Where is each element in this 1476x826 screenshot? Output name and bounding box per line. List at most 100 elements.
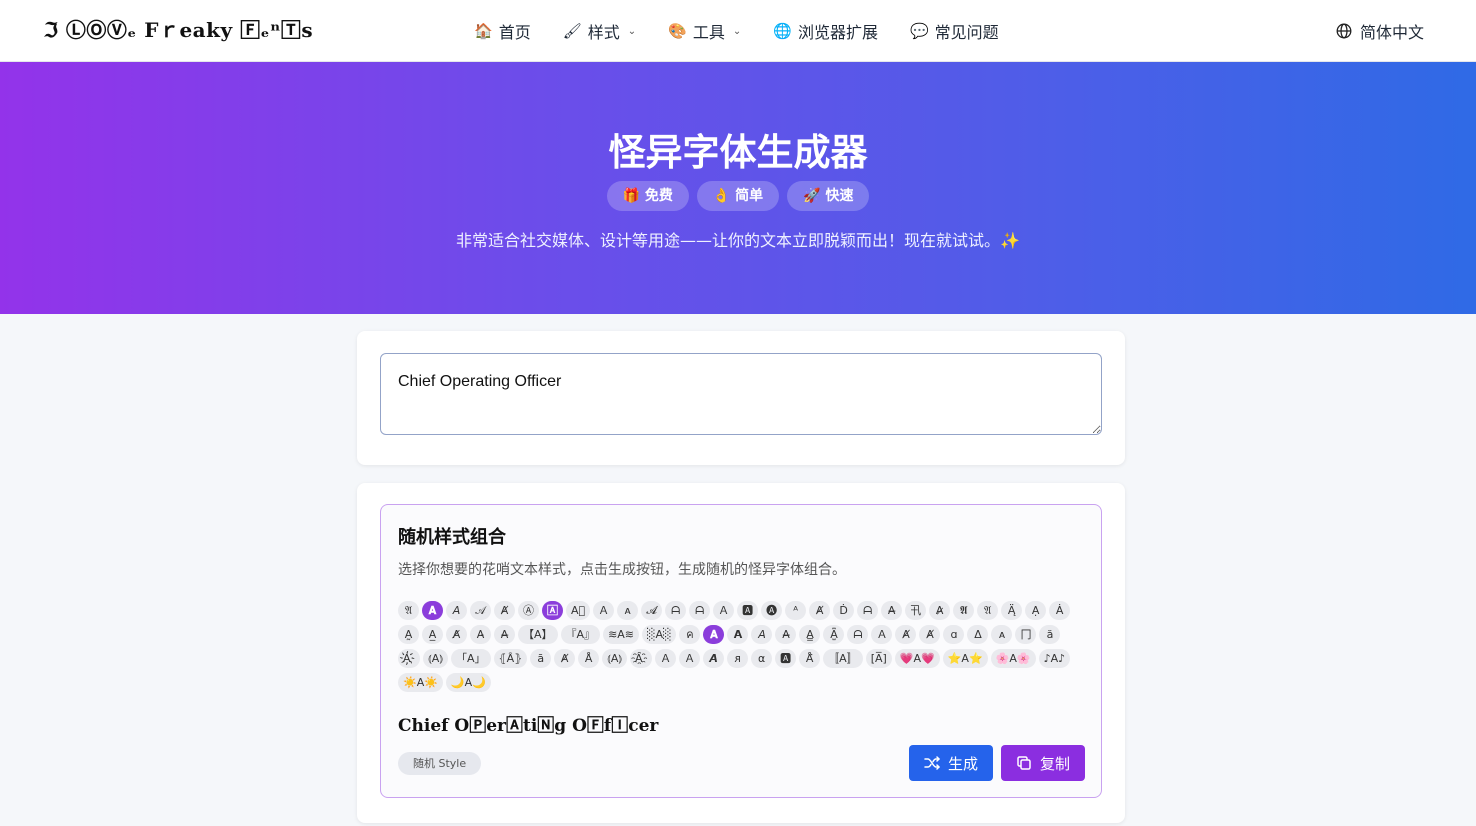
nav-item-faq[interactable]: 💬 常见问题 xyxy=(910,19,999,43)
style-chip[interactable]: 〚A〛 xyxy=(823,649,863,668)
style-chip[interactable]: ≋A≋ xyxy=(603,625,640,644)
generate-label: 生成 xyxy=(947,754,978,773)
copy-button[interactable]: 复制 xyxy=(1001,745,1085,781)
style-chip[interactable]: 🌙A🌙 xyxy=(445,673,491,692)
style-chip[interactable]: ᗩ xyxy=(857,601,879,620)
style-chip[interactable]: 🅰 xyxy=(775,649,797,668)
style-chip[interactable]: Ȧ xyxy=(1049,601,1071,620)
nav-item-browser-extension[interactable]: 🌐 浏览器扩展 xyxy=(773,19,878,43)
style-chip[interactable]: Ⱥ xyxy=(554,649,576,668)
style-chip[interactable]: Δ xyxy=(967,625,989,644)
style-chip[interactable]: ᴬ xyxy=(785,601,807,620)
style-chip[interactable]: ค xyxy=(679,625,701,644)
style-chip[interactable]: 卂 xyxy=(905,601,927,620)
nav-item-home[interactable]: 🏠 首页 xyxy=(474,19,531,43)
style-chip[interactable]: 𝘈 xyxy=(446,601,467,620)
style-chip[interactable]: ⦃Ȃ⦄ xyxy=(493,649,528,668)
style-chip[interactable]: 𝘈 xyxy=(751,625,773,644)
style-chip[interactable]: ☀️A☀️ xyxy=(398,673,443,692)
style-chip[interactable]: A̳ xyxy=(799,625,821,644)
style-tag: 随机 Style xyxy=(398,752,482,775)
style-chip[interactable]: ᗩ xyxy=(847,625,869,644)
style-chip[interactable]: 「A」 xyxy=(450,649,491,668)
style-chip[interactable]: Ą̈ xyxy=(1001,601,1023,620)
style-chip[interactable]: ᴀ xyxy=(617,601,639,620)
style-chip[interactable]: ɑ xyxy=(943,625,965,644)
style-chip[interactable]: 𝕬 xyxy=(953,601,975,620)
style-chip[interactable]: 𝔄 xyxy=(977,601,999,620)
style-chip[interactable]: 𝗔 xyxy=(727,625,749,644)
style-chip[interactable]: 『A』 xyxy=(560,625,601,644)
style-chip[interactable]: 𝒜 xyxy=(470,601,491,620)
style-chip[interactable]: A҉ xyxy=(398,649,421,668)
nav-links: 🏠 首页 🖌 样式 ⌄ 🎨 工具 ⌄ 🌐 浏览器扩展 💬 常见问题 xyxy=(474,0,1031,62)
style-chip[interactable]: A҈ xyxy=(630,649,653,668)
random-style-panel: 随机样式组合 选择你想要的花哨文本样式，点击生成按钮，生成随机的怪异字体组合。 … xyxy=(380,504,1102,798)
style-chip[interactable]: Ⱥ xyxy=(895,625,917,644)
badge-free: 🎁 免费 xyxy=(606,181,689,211)
style-chip[interactable]: Ⱥ xyxy=(809,601,831,620)
style-chip[interactable]: ā xyxy=(530,649,552,668)
style-chip[interactable]: 𝐀 xyxy=(422,601,443,620)
language-selector[interactable]: 简体中文 xyxy=(1336,19,1424,43)
nav-item-tools[interactable]: 🎨 工具 ⌄ xyxy=(668,19,741,43)
nav-item-styles[interactable]: 🖌 样式 ⌄ xyxy=(563,19,636,43)
style-chip[interactable]: ᗩ xyxy=(689,601,711,620)
style-chip[interactable]: 🌸A🌸 xyxy=(990,649,1036,668)
style-chip[interactable]: ♪A♪ xyxy=(1038,649,1071,668)
style-chip[interactable]: Ａ xyxy=(679,649,701,668)
style-chip[interactable]: [A̅] xyxy=(865,649,892,668)
style-chip[interactable]: 🄰 xyxy=(542,601,563,620)
style-chip[interactable]: 💗A💗 xyxy=(894,649,940,668)
style-chip[interactable]: α xyxy=(751,649,773,668)
style-chip[interactable]: Ḋ xyxy=(833,601,855,620)
style-chip[interactable]: 𝘼 xyxy=(703,649,725,668)
style-chip[interactable]: ᴙ xyxy=(727,649,749,668)
style-chip[interactable]: Ａ xyxy=(655,649,677,668)
style-chip[interactable]: A̲ xyxy=(422,625,443,644)
chevron-down-icon: ⌄ xyxy=(627,25,637,37)
style-chip[interactable]: ᴀ xyxy=(991,625,1013,644)
style-chip[interactable]: ⦅A⦆ xyxy=(602,649,628,668)
nav-item-label: 样式 xyxy=(587,23,620,42)
style-chip[interactable]: 𝔄 xyxy=(398,601,419,620)
style-chip[interactable]: ᗩ xyxy=(665,601,687,620)
style-chip[interactable]: ⦅A⦆ xyxy=(423,649,448,668)
style-chip[interactable]: 冂 xyxy=(1015,625,1037,644)
style-chip[interactable]: Ⓐ xyxy=(518,601,539,620)
globe-icon: 🌐 xyxy=(773,22,792,40)
hero-subtitle: 非常适合社交媒体、设计等用途——让你的文本立即脱颖而出！现在就试试。✨ xyxy=(456,231,1020,250)
style-chip[interactable]: 🅰 xyxy=(737,601,759,620)
language-label: 简体中文 xyxy=(1359,23,1424,42)
style-chip[interactable]: A̵ xyxy=(470,625,491,644)
style-chip[interactable]: ░A░ xyxy=(642,625,677,644)
site-logo[interactable]: ℑ ⓁⓄⓋₑ Fｒeaky 🄵ₑⁿ🅃s xyxy=(44,14,313,43)
style-chip[interactable]: Ａ xyxy=(713,601,735,620)
style-chip[interactable]: Ⱥ xyxy=(494,601,515,620)
style-chip[interactable]: A̶ xyxy=(881,601,903,620)
style-chip[interactable]: A̸ xyxy=(446,625,467,644)
style-chip[interactable]: A̷ xyxy=(929,601,951,620)
style-chip[interactable]: 𝓐 xyxy=(641,601,663,620)
paintbrush-icon: 🖌 xyxy=(562,22,582,40)
style-chip[interactable]: A̶ xyxy=(775,625,797,644)
style-chip[interactable]: A⃞ xyxy=(566,601,591,620)
generate-button[interactable]: 生成 xyxy=(909,745,993,781)
style-chip[interactable]: Ⱥ xyxy=(919,625,941,644)
style-chip[interactable]: 🅐 xyxy=(761,601,783,620)
style-chip[interactable]: Ạ xyxy=(1025,601,1047,620)
style-chip[interactable]: A̰ xyxy=(398,625,419,644)
copy-label: 复制 xyxy=(1039,754,1070,773)
style-chip[interactable]: Å xyxy=(578,649,600,668)
style-chip[interactable]: A̶ xyxy=(494,625,515,644)
style-chip[interactable]: ă xyxy=(1039,625,1061,644)
style-chip[interactable]: A̺͆ xyxy=(823,625,845,644)
style-chip[interactable]: Ａ xyxy=(593,601,615,620)
text-input[interactable]: Chief Operating Officer xyxy=(380,353,1102,435)
nav-item-label: 工具 xyxy=(692,23,725,42)
style-chip[interactable]: 𝐀 xyxy=(703,625,725,644)
style-chip[interactable]: Ａ xyxy=(871,625,893,644)
style-chip[interactable]: ⭐A⭐ xyxy=(942,649,988,668)
style-chip[interactable]: 【A】 xyxy=(518,625,558,644)
style-chip[interactable]: Å̈ xyxy=(799,649,821,668)
